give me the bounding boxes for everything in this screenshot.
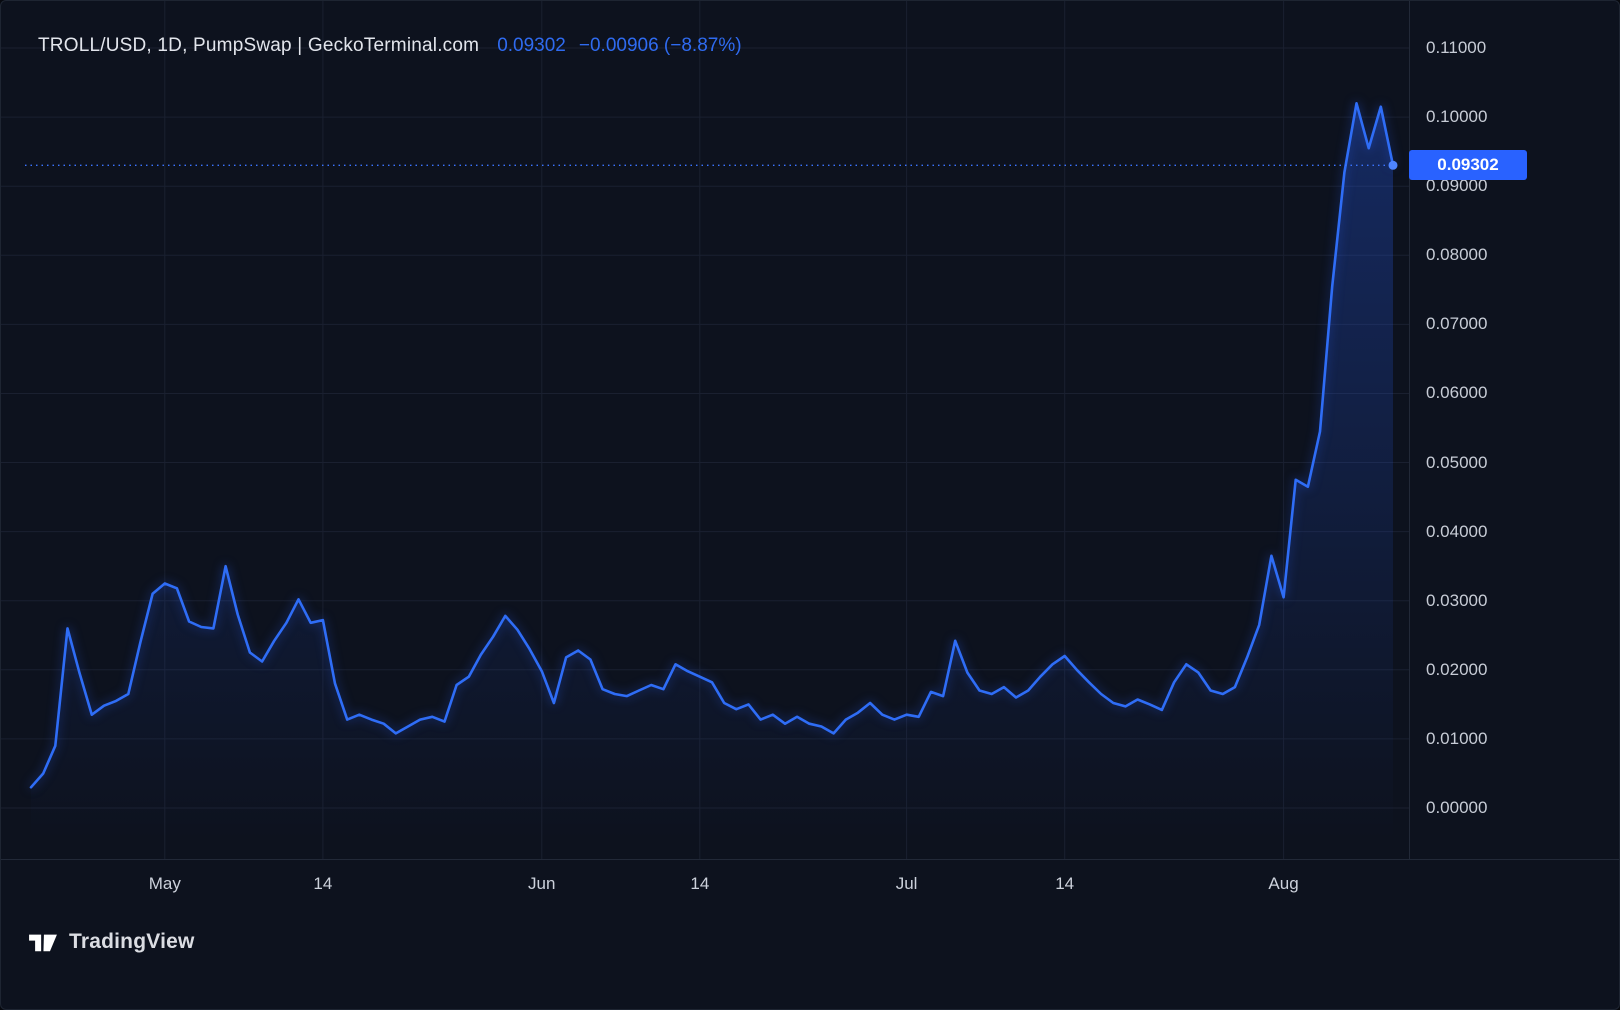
time-axis[interactable]: May 14 Jun 14 Jul 14 Aug xyxy=(1,859,1620,916)
price-axis-label: 0.05000 xyxy=(1426,453,1487,473)
price-axis-label: 0.07000 xyxy=(1426,314,1487,334)
price-change: −0.00906 (−8.87%) xyxy=(579,35,742,57)
time-axis-label: May xyxy=(149,874,181,894)
tradingview-attribution-link[interactable]: TradingView xyxy=(27,929,195,955)
time-axis-label: 14 xyxy=(690,874,709,894)
price-axis-label: 0.02000 xyxy=(1426,660,1487,680)
time-axis-label: 14 xyxy=(313,874,332,894)
time-axis-label: Jul xyxy=(896,874,918,894)
time-axis-label: Jun xyxy=(528,874,555,894)
current-price-label: 0.09302 xyxy=(1409,150,1527,180)
price-area-fill xyxy=(31,103,1393,857)
price-axis-label: 0.01000 xyxy=(1426,729,1487,749)
price-axis-label: 0.03000 xyxy=(1426,591,1487,611)
price-axis-label: 0.06000 xyxy=(1426,383,1487,403)
price-axis-label: 0.11000 xyxy=(1426,38,1486,58)
price-axis-label: 0.08000 xyxy=(1426,245,1487,265)
price-axis-label: 0.10000 xyxy=(1426,107,1487,127)
tradingview-wordmark: TradingView xyxy=(69,930,195,954)
time-axis-label: Aug xyxy=(1268,874,1298,894)
price-readout: 0.09302 −0.00906 (−8.87%) xyxy=(497,35,741,57)
tradingview-logo-icon xyxy=(27,929,59,955)
last-price-marker-dot xyxy=(1389,161,1398,170)
price-axis-label: 0.00000 xyxy=(1426,798,1487,818)
price-axis[interactable]: 0.110000.100000.090000.080000.070000.060… xyxy=(1409,1,1620,859)
last-price: 0.09302 xyxy=(497,35,566,57)
time-axis-label: 14 xyxy=(1055,874,1074,894)
symbol-title[interactable]: TROLL/USD, 1D, PumpSwap | GeckoTerminal.… xyxy=(38,35,479,57)
chart-legend[interactable]: TROLL/USD, 1D, PumpSwap | GeckoTerminal.… xyxy=(38,35,742,57)
price-axis-label: 0.04000 xyxy=(1426,522,1487,542)
chart-widget: TROLL/USD, 1D, PumpSwap | GeckoTerminal.… xyxy=(0,0,1620,1010)
